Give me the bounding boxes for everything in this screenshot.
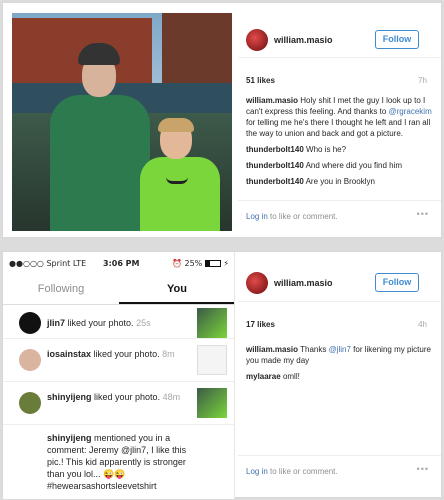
carrier-signal: ●●○○○ Sprint LTE bbox=[9, 259, 87, 268]
more-options-icon[interactable]: ••• bbox=[417, 464, 429, 474]
comment: william.masio Holy shit I met the guy I … bbox=[246, 96, 432, 138]
likes-count[interactable]: 51 likes bbox=[246, 76, 275, 85]
comment-user[interactable]: thunderbolt140 bbox=[246, 145, 304, 154]
notification-text: jlin7 liked your photo. 25s bbox=[47, 318, 151, 328]
tab-following[interactable]: Following bbox=[3, 278, 119, 304]
list-item[interactable]: shinyijeng liked your photo. 48m bbox=[3, 383, 234, 425]
avatar[interactable] bbox=[246, 29, 268, 51]
login-prompt: Log in to like or comment. bbox=[246, 212, 338, 221]
status-bar: ●●○○○ Sprint LTE 3:06 PM ⏰ 25% ⚡ bbox=[3, 257, 234, 271]
list-item[interactable]: iosainstax liked your photo. 8m bbox=[3, 340, 234, 382]
battery-status: ⏰ 25% ⚡ bbox=[171, 259, 229, 268]
photo-kid bbox=[140, 118, 220, 231]
comment: william.masio Thanks @jlin7 for likening… bbox=[246, 345, 431, 365]
battery-icon bbox=[204, 260, 221, 267]
post-footer: Log in to like or comment. ••• bbox=[238, 200, 441, 230]
avatar[interactable] bbox=[19, 349, 41, 371]
divider bbox=[3, 304, 234, 305]
login-link[interactable]: Log in bbox=[246, 212, 268, 221]
post-time: 7h bbox=[418, 76, 427, 85]
post-card-2: ●●○○○ Sprint LTE 3:06 PM ⏰ 25% ⚡ Followi… bbox=[2, 251, 442, 499]
comments-list: william.masio Holy shit I met the guy I … bbox=[246, 95, 434, 193]
mention-link[interactable]: @jlin7 bbox=[329, 345, 351, 354]
comment-user[interactable]: thunderbolt140 bbox=[246, 177, 304, 186]
login-prompt: Log in to like or comment. bbox=[246, 467, 338, 476]
notification-text: shinyijeng liked your photo. 48m bbox=[47, 392, 181, 402]
activity-tabs: Following You bbox=[3, 278, 234, 304]
comments-list: william.masio Thanks @jlin7 for likening… bbox=[246, 344, 434, 384]
comment: thunderbolt140 Who is he? bbox=[246, 145, 347, 154]
comment: thunderbolt140 And where did you find hi… bbox=[246, 161, 403, 170]
post-time: 4h bbox=[418, 320, 427, 329]
notification-thumbnail[interactable] bbox=[197, 308, 227, 338]
comment: mylaarae omll! bbox=[246, 372, 300, 381]
photo-man bbox=[50, 43, 150, 231]
likes-count[interactable]: 17 likes bbox=[246, 320, 275, 329]
comment-user[interactable]: william.masio bbox=[246, 96, 298, 105]
follow-button[interactable]: Follow bbox=[375, 273, 419, 292]
username[interactable]: william.masio bbox=[274, 278, 333, 288]
login-link[interactable]: Log in bbox=[246, 467, 268, 476]
tab-you[interactable]: You bbox=[119, 278, 234, 304]
comment-user[interactable]: mylaarae bbox=[246, 372, 281, 381]
notification-thumbnail[interactable] bbox=[197, 388, 227, 418]
mention-link[interactable]: @rgracekim bbox=[389, 107, 432, 116]
follow-button[interactable]: Follow bbox=[375, 30, 419, 49]
notification-text: shinyijeng mentioned you in a comment: J… bbox=[47, 433, 187, 491]
post-photo[interactable] bbox=[12, 13, 232, 231]
post-header: william.masio Follow bbox=[238, 252, 441, 302]
clock: 3:06 PM bbox=[103, 259, 140, 268]
comment: thunderbolt140 Are you in Brooklyn bbox=[246, 177, 375, 186]
notification-text: iosainstax liked your photo. 8m bbox=[47, 349, 175, 359]
list-item[interactable]: shinyijeng mentioned you in a comment: J… bbox=[3, 426, 234, 499]
post-footer: Log in to like or comment. ••• bbox=[238, 455, 441, 485]
post-photo-screenshot[interactable]: ●●○○○ Sprint LTE 3:06 PM ⏰ 25% ⚡ Followi… bbox=[3, 252, 235, 499]
avatar[interactable] bbox=[19, 312, 41, 334]
post-card-1: william.masio Follow 51 likes 7h william… bbox=[2, 2, 442, 238]
post-header: william.masio Follow bbox=[238, 3, 441, 58]
avatar[interactable] bbox=[19, 392, 41, 414]
list-item[interactable]: jlin7 liked your photo. 25s bbox=[3, 306, 234, 339]
username[interactable]: william.masio bbox=[274, 35, 333, 45]
comment-user[interactable]: thunderbolt140 bbox=[246, 161, 304, 170]
comment-user[interactable]: william.masio bbox=[246, 345, 298, 354]
more-options-icon[interactable]: ••• bbox=[417, 209, 429, 219]
avatar[interactable] bbox=[246, 272, 268, 294]
notification-thumbnail[interactable] bbox=[197, 345, 227, 375]
